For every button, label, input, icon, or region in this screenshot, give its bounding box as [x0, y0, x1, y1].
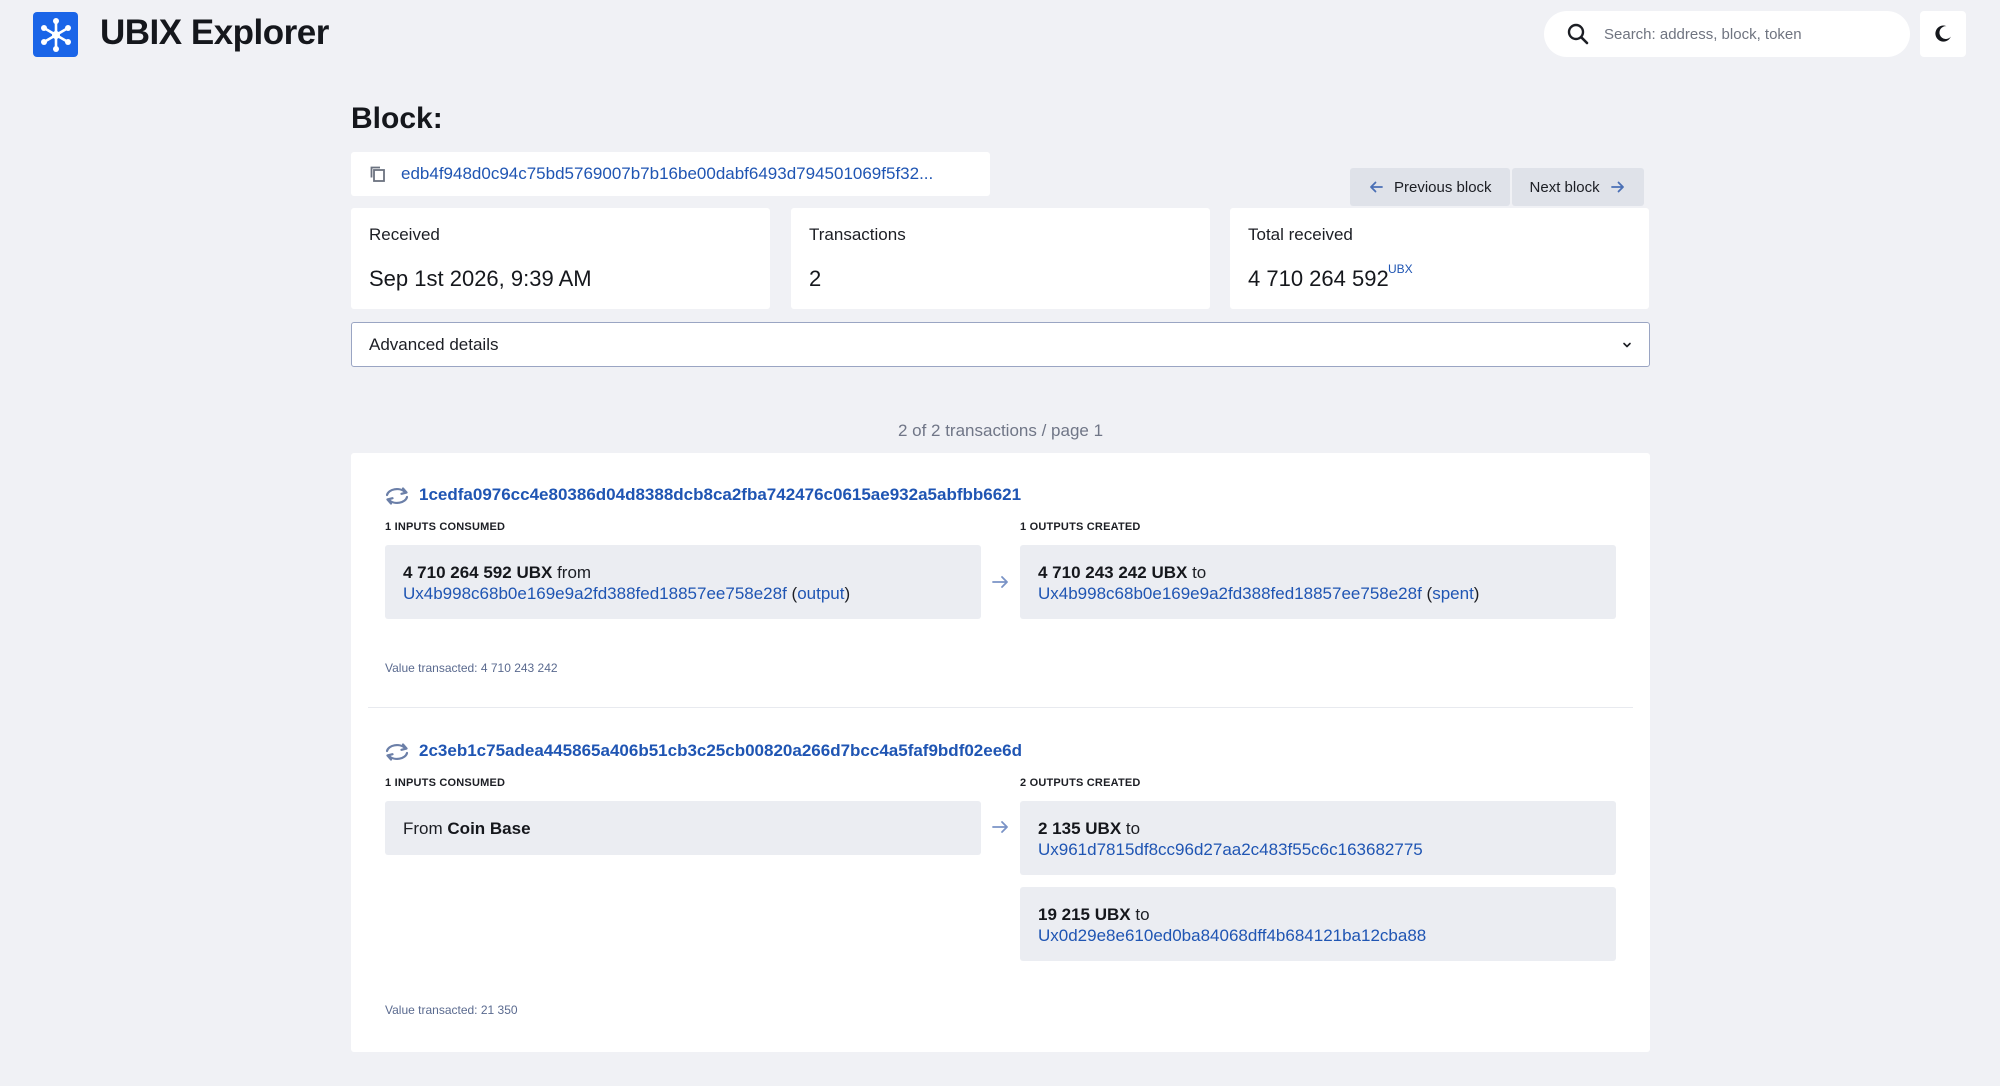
moon-icon	[1935, 25, 1951, 42]
page-title: Block:	[351, 102, 443, 135]
input-direction: From	[403, 819, 443, 838]
output-address-link[interactable]: Ux0d29e8e610ed0ba84068dff4b684121ba12cba…	[1038, 926, 1426, 945]
block-hash[interactable]: edb4f948d0c94c75bd5769007b7b16be00dabf64…	[401, 164, 971, 184]
ubix-logo-icon[interactable]	[33, 12, 78, 57]
transaction-hash-link[interactable]: 2c3eb1c75adea445865a406b51cb3c25cb00820a…	[419, 741, 1022, 761]
arrow-right-icon	[992, 576, 1008, 588]
copy-icon[interactable]	[369, 165, 387, 183]
total-received-unit: UBX	[1388, 262, 1413, 276]
output-direction: to	[1125, 819, 1141, 838]
exchange-icon	[385, 487, 409, 505]
output-amount: 19 215 UBX	[1038, 905, 1131, 924]
received-label: Received	[369, 225, 440, 244]
value-transacted: Value transacted: 21 350	[385, 1003, 518, 1017]
input-address-link[interactable]: Ux4b998c68b0e169e9a2fd388fed18857ee758e2…	[403, 584, 787, 603]
output-direction: to	[1192, 563, 1207, 582]
advanced-details-toggle[interactable]: Advanced details	[351, 322, 1650, 367]
total-received-card: Total received 4 710 264 592 UBX	[1230, 208, 1649, 309]
block-navigation: Previous block Next block	[1350, 168, 1644, 206]
output-address-link[interactable]: Ux4b998c68b0e169e9a2fd388fed18857ee758e2…	[1038, 584, 1422, 603]
input-amount: 4 710 264 592 UBX	[403, 563, 553, 582]
arrow-right-icon	[992, 821, 1008, 833]
arrow-left-icon	[1370, 181, 1383, 193]
transaction-hash-link[interactable]: 1cedfa0976cc4e80386d04d8388dcb8ca2fba742…	[419, 485, 1021, 505]
output-amount: 4 710 243 242 UBX	[1038, 563, 1188, 582]
next-block-button[interactable]: Next block	[1511, 168, 1644, 206]
transactions-list: 1cedfa0976cc4e80386d04d8388dcb8ca2fba742…	[351, 453, 1650, 1052]
output-direction: to	[1135, 905, 1150, 924]
transaction-input: 4 710 264 592 UBX from Ux4b998c68b0e169e…	[385, 545, 981, 619]
total-received-label: Total received	[1248, 225, 1353, 244]
output-amount: 2 135 UBX	[1038, 819, 1122, 838]
advanced-details-label: Advanced details	[369, 335, 499, 354]
input-source: Coin Base	[447, 819, 531, 838]
search-input[interactable]	[1604, 17, 1894, 51]
transactions-label: Transactions	[809, 225, 906, 244]
block-hash-box: edb4f948d0c94c75bd5769007b7b16be00dabf64…	[351, 152, 990, 196]
arrow-right-icon	[1610, 181, 1624, 193]
exchange-icon	[385, 743, 409, 761]
search-icon	[1567, 23, 1589, 45]
inputs-consumed-label: 1 INPUTS CONSUMED	[385, 777, 506, 789]
transactions-value: 2	[809, 266, 822, 291]
chevron-down-icon	[1623, 342, 1631, 348]
input-output-link[interactable]: output	[797, 584, 844, 603]
transaction-output: 19 215 UBX to Ux0d29e8e610ed0ba84068dff4…	[1020, 887, 1616, 961]
previous-block-label: Previous block	[1394, 178, 1492, 196]
output-spent-link[interactable]: spent	[1432, 584, 1474, 603]
next-block-label: Next block	[1529, 178, 1600, 196]
previous-block-button[interactable]: Previous block	[1350, 168, 1510, 206]
transaction-input: From Coin Base	[385, 801, 981, 855]
outputs-created-label: 1 OUTPUTS CREATED	[1020, 521, 1141, 533]
top-bar: UBIX Explorer	[0, 0, 2000, 70]
outputs-created-label: 2 OUTPUTS CREATED	[1020, 777, 1141, 789]
transaction-divider	[368, 707, 1633, 708]
search-box[interactable]	[1544, 11, 1910, 57]
inputs-consumed-label: 1 INPUTS CONSUMED	[385, 521, 506, 533]
transaction-output: 4 710 243 242 UBX to Ux4b998c68b0e169e9a…	[1020, 545, 1616, 619]
transaction-output: 2 135 UBX to Ux961d7815df8cc96d27aa2c483…	[1020, 801, 1616, 875]
received-card: Received Sep 1st 2026, 9:39 AM	[351, 208, 770, 309]
received-value: Sep 1st 2026, 9:39 AM	[369, 266, 592, 291]
input-direction: from	[557, 563, 592, 582]
transactions-card: Transactions 2	[791, 208, 1210, 309]
output-address-link[interactable]: Ux961d7815df8cc96d27aa2c483f55c6c1636827…	[1038, 840, 1423, 859]
value-transacted: Value transacted: 4 710 243 242	[385, 661, 558, 675]
app-title[interactable]: UBIX Explorer	[100, 13, 329, 53]
theme-toggle-button[interactable]	[1920, 11, 1966, 57]
total-received-value: 4 710 264 592	[1248, 266, 1389, 291]
pagination-info: 2 of 2 transactions / page 1	[897, 421, 1104, 440]
